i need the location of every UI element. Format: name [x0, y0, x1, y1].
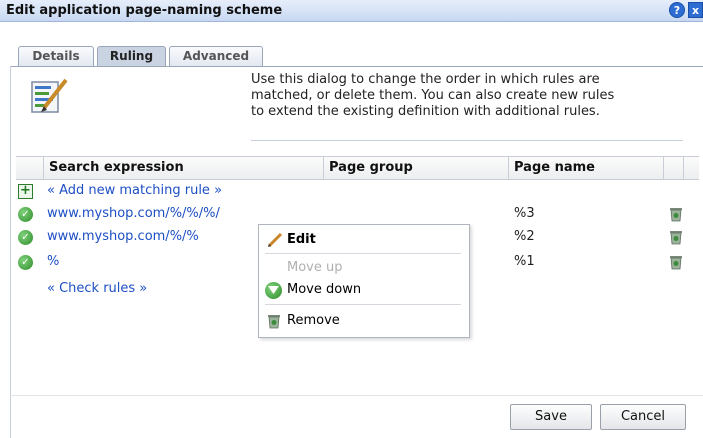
help-icon[interactable]: ? [669, 2, 685, 18]
close-icon[interactable]: x [688, 2, 703, 18]
column-separator [508, 157, 509, 179]
add-icon[interactable]: + [18, 184, 33, 199]
menu-item-label: Move up [287, 260, 343, 275]
menu-item-edit[interactable]: Edit [265, 230, 461, 250]
menu-item-remove[interactable]: Remove [265, 311, 461, 331]
description-line: matched, or delete them. You can also cr… [251, 88, 615, 103]
page-name-cell: %3 [514, 206, 535, 221]
menu-item-move-up[interactable]: Move up [265, 258, 461, 278]
menu-item-move-down[interactable]: Move down [265, 280, 461, 300]
page-name-cell: %1 [514, 254, 535, 269]
column-header-page-name[interactable]: Page name [514, 160, 595, 175]
column-header-search-expression[interactable]: Search expression [49, 160, 184, 175]
table-row[interactable]: ✓ www.myshop.com/%/%/%/ %3 [16, 204, 696, 226]
rule-expression-link[interactable]: www.myshop.com/%/%/%/ [47, 206, 220, 221]
check-icon: ✓ [18, 207, 33, 222]
panel-border [10, 66, 11, 438]
tab-divider [10, 66, 703, 67]
menu-separator [265, 253, 461, 254]
rule-expression-link[interactable]: % [47, 254, 59, 269]
column-separator [663, 157, 664, 179]
footer-divider [10, 395, 703, 396]
tab-ruling[interactable]: Ruling [97, 46, 166, 67]
context-menu: Edit Move up Move down Remove [258, 224, 470, 338]
title-bar: Edit application page-naming scheme ? x [0, 0, 703, 22]
rule-expression-link[interactable]: www.myshop.com/%/% [47, 229, 199, 244]
trash-icon [268, 315, 280, 329]
tab-advanced[interactable]: Advanced [169, 46, 263, 66]
add-matching-rule-link[interactable]: « Add new matching rule » [47, 183, 222, 198]
description-line: to extend the existing definition with a… [251, 104, 600, 119]
page-name-cell: %2 [514, 229, 535, 244]
menu-item-label: Edit [287, 232, 316, 247]
menu-item-label: Move down [287, 282, 362, 297]
cancel-button[interactable]: Cancel [600, 404, 686, 430]
description-divider [251, 140, 683, 141]
pencil-icon [267, 233, 283, 247]
edit-scheme-icon [31, 78, 68, 113]
menu-separator [265, 304, 461, 305]
save-button[interactable]: Save [510, 404, 592, 430]
tab-details[interactable]: Details [18, 46, 94, 66]
add-rule-row: + « Add new matching rule » [16, 181, 696, 203]
column-separator [323, 157, 324, 179]
check-icon: ✓ [18, 230, 33, 245]
check-icon: ✓ [18, 255, 33, 270]
trash-icon[interactable] [669, 254, 683, 270]
trash-icon[interactable] [669, 229, 683, 245]
description-line: Use this dialog to change the order in w… [251, 72, 600, 87]
arrow-down-icon [265, 282, 282, 299]
trash-icon[interactable] [669, 206, 683, 222]
table-header: Search expression Page group Page name [16, 156, 699, 180]
column-separator [683, 157, 684, 179]
check-rules-link[interactable]: « Check rules » [47, 281, 147, 296]
dialog: Edit application page-naming scheme ? x … [0, 0, 703, 438]
column-header-page-group[interactable]: Page group [329, 160, 413, 175]
description: Use this dialog to change the order in w… [251, 72, 703, 120]
menu-item-label: Remove [287, 313, 340, 328]
dialog-title: Edit application page-naming scheme [6, 3, 283, 18]
column-separator [43, 157, 44, 179]
